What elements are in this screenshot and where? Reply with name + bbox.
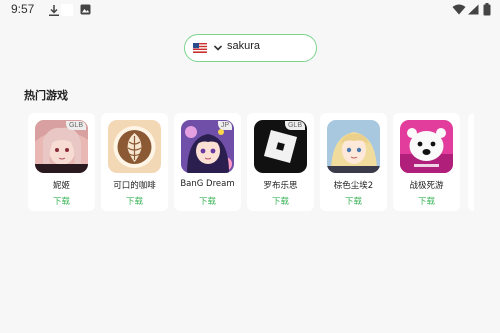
game-card-roblox[interactable]: GLB 罗布乐思 下载 [247,113,314,211]
game-icon-brown-dust-2[interactable] [327,120,380,173]
section-title: 热门游戏 [24,89,68,102]
game-card-nikke[interactable]: GLB 妮姬 下载 [28,113,95,211]
game-name: 棕色尘埃2 [333,181,374,191]
download-button[interactable]: 下载 [393,195,460,207]
game-card-brown-dust-2[interactable]: 棕色尘埃2 下载 [320,113,387,211]
download-button[interactable]: 下载 [320,195,387,207]
game-name: 妮姬 [52,181,70,191]
game-name: 战极死游 [409,181,444,191]
download-button[interactable]: 下载 [174,195,241,207]
game-icon-zhan-ji-si-you[interactable] [400,120,453,173]
signal-icon [468,4,479,15]
download-button[interactable]: 下载 [247,195,314,207]
region-tag: GLB [284,121,305,130]
game-card-partial[interactable] [468,113,474,211]
game-name: 可口的咖啡 [113,181,156,191]
wifi-icon [452,4,466,15]
download-button[interactable]: 下载 [28,195,95,207]
game-list: GLB 妮姬 下载 可口的咖啡 下载 JP BanG Dream 下载 GLB … [28,113,500,211]
battery-icon [483,3,491,16]
game-card-coffee[interactable]: 可口的咖啡 下载 [101,113,168,211]
game-name: 罗布乐思 [263,181,298,191]
region-tag: GLB [65,121,86,130]
download-icon [49,5,59,16]
status-bar: 9:57 [0,0,500,22]
notification-icon [61,4,73,16]
chevron-down-icon[interactable] [213,44,223,52]
game-icon-coffee[interactable] [108,120,161,173]
gallery-icon [80,4,91,15]
game-card-zhan-ji-si-you[interactable]: 战极死游 下载 [393,113,460,211]
search-input[interactable]: sakura [184,34,317,62]
download-button[interactable]: 下载 [101,195,168,207]
game-icon-nikke[interactable]: GLB [35,120,88,173]
game-card-bang-dream[interactable]: JP BanG Dream 下载 [174,113,241,211]
status-time: 9:57 [11,2,35,16]
region-tag: JP [217,121,232,130]
game-icon-roblox[interactable]: GLB [254,120,307,173]
search-value[interactable]: sakura [227,40,260,52]
us-flag-icon[interactable] [193,41,207,55]
game-name: BanG Dream [180,179,235,189]
game-icon-bang-dream[interactable]: JP [181,120,234,173]
